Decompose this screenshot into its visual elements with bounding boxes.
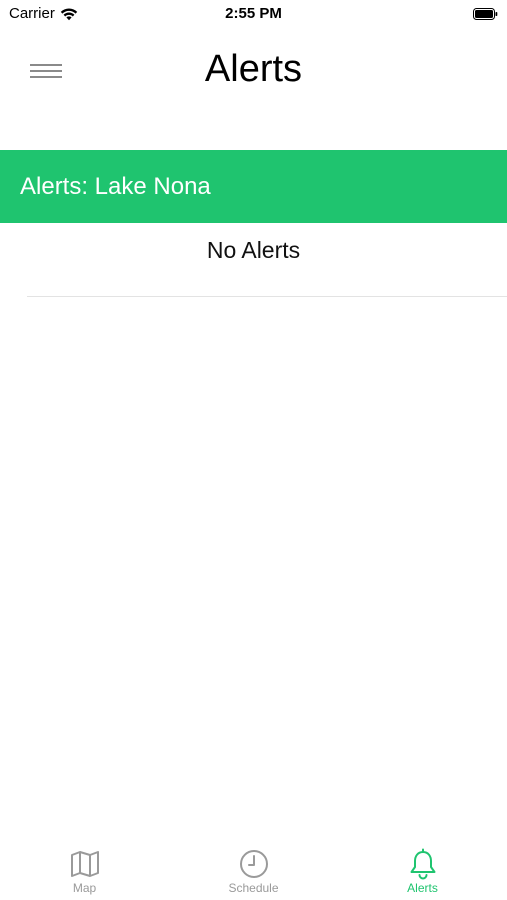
clock-icon [239, 850, 268, 878]
page-title: Alerts [204, 48, 303, 90]
map-icon [70, 851, 99, 877]
bell-icon [410, 848, 435, 880]
tab-alerts-label: Alerts [407, 881, 438, 895]
tab-schedule-label: Schedule [228, 881, 279, 895]
tab-map[interactable]: Map [0, 838, 169, 900]
tab-alerts[interactable]: Alerts [338, 838, 507, 900]
tab-schedule[interactable]: Schedule [169, 838, 338, 900]
empty-state-message: No Alerts [206, 237, 301, 263]
tab-bar: Map Schedule Alerts [0, 838, 507, 900]
tab-map-label: Map [72, 881, 97, 895]
list-divider [27, 296, 507, 297]
section-title: Alerts: Lake Nona [20, 173, 211, 200]
app-header: Alerts [0, 28, 507, 118]
status-time: 2:55 PM [225, 5, 282, 22]
status-bar: Carrier 2:55 PM [0, 0, 507, 28]
battery-icon [473, 7, 498, 20]
section-banner: Alerts: Lake Nona [0, 150, 507, 223]
